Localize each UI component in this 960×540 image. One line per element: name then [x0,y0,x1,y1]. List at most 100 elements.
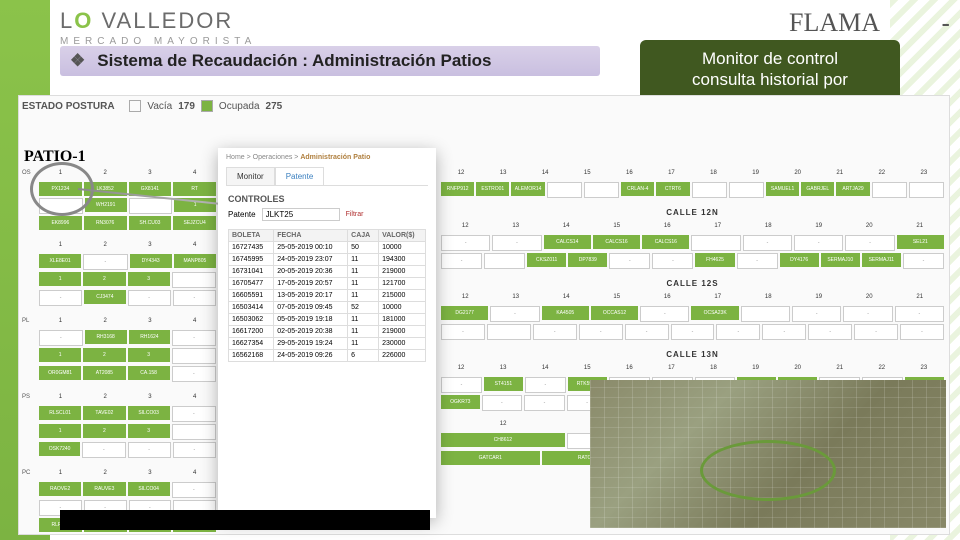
slot-chip[interactable]: CALCS16 [642,235,689,249]
slot-chip[interactable]: - [808,324,852,340]
slot-chip[interactable]: - [524,395,565,411]
slot-chip[interactable] [741,306,790,322]
table-row[interactable]: 1660559113-05-2019 20:1711215000 [229,290,426,302]
slot-chip[interactable]: - [128,290,171,306]
slot-chip[interactable] [487,324,531,340]
slot-chip[interactable]: KA4505 [542,306,589,320]
table-row[interactable]: 1662735429-05-2019 19:2411230000 [229,338,426,350]
slot-chip[interactable]: CA.158 [128,366,170,380]
slot-chip[interactable]: OCSA23K [691,306,738,320]
slot-chip[interactable]: SERMAJ11 [862,253,901,267]
slot-chip[interactable]: - [128,442,171,458]
slot-chip[interactable]: OGKR73 [441,395,480,409]
slot-chip[interactable] [129,198,173,214]
slot-chip[interactable]: - [490,306,539,322]
slot-chip[interactable]: - [441,235,490,251]
slot-chip[interactable] [39,198,83,214]
slot-chip[interactable] [729,182,764,198]
slot-chip[interactable]: DP7839 [568,253,607,267]
table-row[interactable]: 1674599524-05-2019 23:0711194300 [229,254,426,266]
slot-chip[interactable]: RH3168 [85,330,127,344]
table-row[interactable]: 1650306205-05-2019 19:1811181000 [229,314,426,326]
slot-chip[interactable]: OR0GM81 [39,366,81,380]
slot-chip[interactable]: - [762,324,806,340]
slot-chip[interactable] [872,182,907,198]
slot-chip[interactable]: - [895,306,944,322]
slot-chip[interactable]: - [625,324,669,340]
slot-chip[interactable]: - [579,324,623,340]
slot-chip[interactable]: - [39,290,82,306]
slot-chip[interactable]: - [671,324,715,340]
slot-chip[interactable]: CKSZ011 [527,253,566,267]
slot-chip[interactable]: 1 [39,348,81,362]
slot-chip[interactable] [484,253,525,269]
slot-chip[interactable]: CALCS16 [593,235,640,249]
slot-chip[interactable]: 3 [128,348,170,362]
table-row[interactable]: 1661720002-05-2019 20:3811219000 [229,326,426,338]
slot-chip[interactable]: XLE8E01 [39,254,81,268]
slot-chip[interactable]: - [441,253,482,269]
slot-chip[interactable]: DY4176 [780,253,819,267]
slot-chip[interactable] [172,348,216,364]
patente-input[interactable] [262,208,340,221]
slot-chip[interactable]: ARTJA29 [836,182,869,196]
slot-chip[interactable]: SERMAJ10 [821,253,860,267]
slot-chip[interactable]: - [640,306,689,322]
slot-chip[interactable]: CJ3474 [84,290,125,304]
slot-chip[interactable]: 2 [83,348,125,362]
slot-chip[interactable] [584,182,619,198]
slot-chip[interactable] [691,235,740,251]
slot-chip[interactable]: SH.CU03 [129,216,172,230]
slot-chip[interactable]: - [441,377,482,393]
slot-chip[interactable]: PX1234 [39,182,82,196]
slot-chip[interactable]: RH1624 [129,330,171,344]
slot-chip[interactable]: SEL21 [897,235,944,249]
slot-chip[interactable]: - [794,235,843,251]
slot-chip[interactable]: OSK7240 [39,442,80,456]
slot-chip[interactable]: AT2085 [83,366,125,380]
slot-chip[interactable]: GABRJEL [801,182,834,196]
slot-chip[interactable]: RT [173,182,216,196]
slot-chip[interactable]: - [743,235,792,251]
slot-chip[interactable]: TAVE02 [83,406,125,420]
slot-chip[interactable]: - [716,324,760,340]
slot-chip[interactable]: DY4343 [130,254,172,268]
slot-chip[interactable]: - [854,324,898,340]
slot-chip[interactable]: - [900,324,944,340]
slot-chip[interactable]: DG2177 [441,306,488,320]
slot-chip[interactable] [172,272,216,288]
slot-chip[interactable]: 3 [128,424,170,438]
slot-chip[interactable]: - [172,330,216,346]
slot-chip[interactable]: - [172,406,216,422]
slot-chip[interactable]: CALCS14 [544,235,591,249]
slot-chip[interactable]: SEJZCU4 [173,216,216,230]
slot-chip[interactable]: CTRT6 [656,182,689,196]
slot-chip[interactable]: - [39,330,83,346]
slot-chip[interactable]: ESTRO01 [476,182,509,196]
slot-chip[interactable]: RLSCL01 [39,406,81,420]
slot-chip[interactable]: SAMUEL1 [766,182,799,196]
slot-chip[interactable]: CRLAN-4 [621,182,654,196]
slot-chip[interactable]: 1 [39,272,81,286]
table-row[interactable]: 1672743525-05-2019 00:105010000 [229,242,426,254]
tab-patente[interactable]: Patente [275,167,325,185]
slot-chip[interactable]: RAUVE3 [83,482,125,496]
slot-chip[interactable]: - [792,306,841,322]
slot-chip[interactable]: RN3076 [84,216,127,230]
slot-chip[interactable]: - [83,254,127,270]
filter-button[interactable]: Filtrar [346,211,364,218]
slot-chip[interactable]: WH2191 [85,198,127,212]
slot-chip[interactable]: - [173,290,216,306]
slot-chip[interactable] [909,182,944,198]
slot-chip[interactable]: OCCAS12 [591,306,638,320]
table-row[interactable]: 1673104120-05-2019 20:3611219000 [229,266,426,278]
slot-chip[interactable]: - [173,442,216,458]
slot-chip[interactable]: 2 [83,424,125,438]
slot-chip[interactable]: MANP805 [174,254,216,268]
slot-chip[interactable]: ST4151 [484,377,523,391]
table-row[interactable]: 1670547717-05-2019 20:5711121700 [229,278,426,290]
table-row[interactable]: 1650341407-05-2019 09:455210000 [229,302,426,314]
slot-chip[interactable]: - [492,235,541,251]
slot-chip[interactable]: - [845,235,894,251]
slot-chip[interactable]: - [172,482,216,498]
